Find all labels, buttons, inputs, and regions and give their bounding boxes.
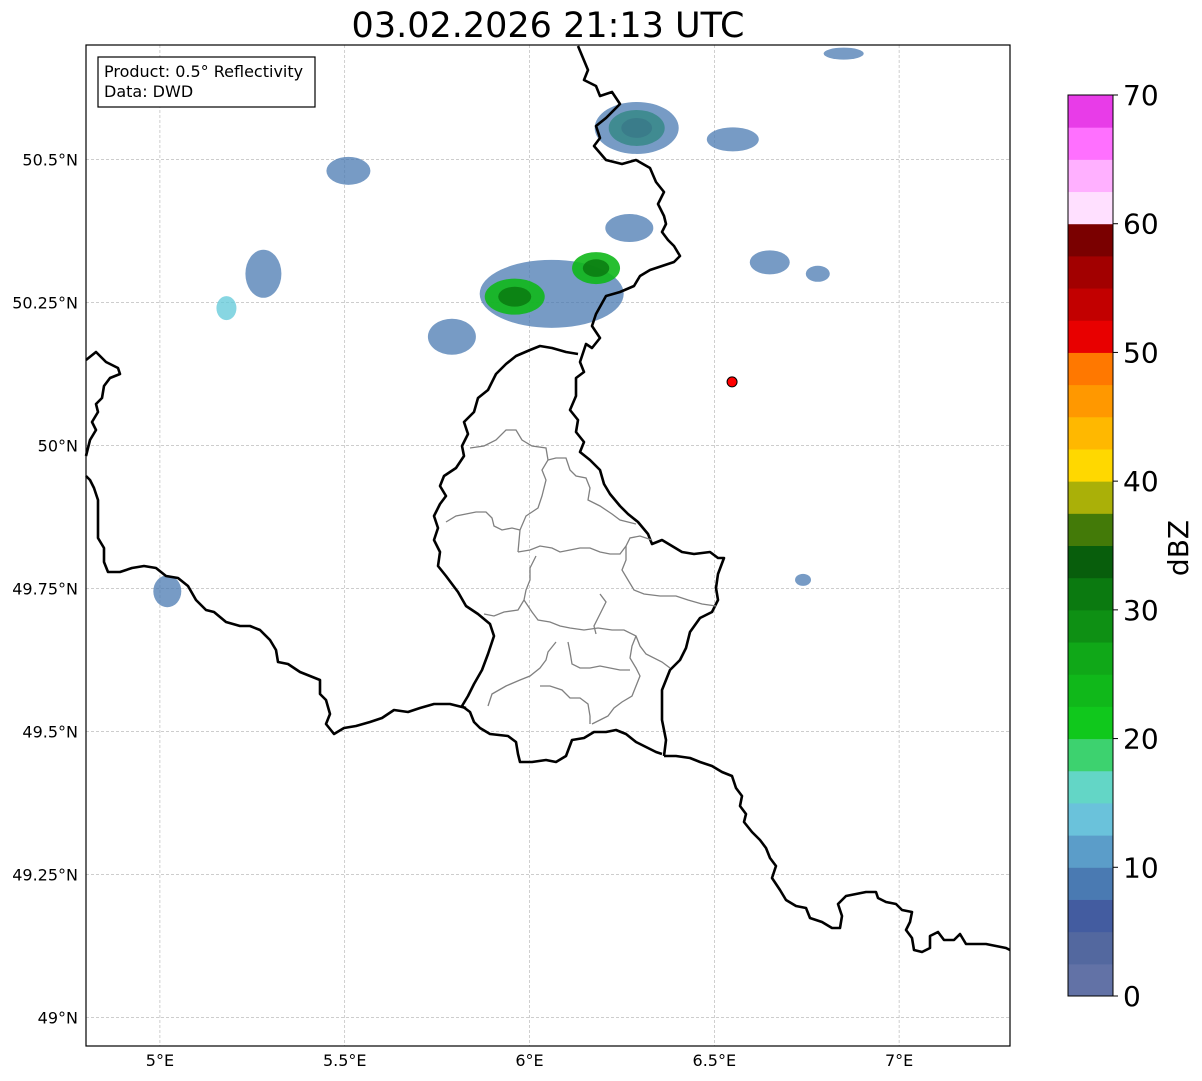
country-borders [84, 45, 1011, 954]
lon-tick-label: 6°E [515, 1051, 543, 1070]
radar-echo [749, 250, 790, 275]
colorbar-bin [1068, 352, 1113, 386]
radar-echo [706, 127, 759, 152]
lat-tick-label: 50°N [38, 436, 78, 455]
district-boundaries [445, 429, 717, 725]
graticule-gridlines [86, 45, 1010, 1046]
colorbar-bin [1068, 255, 1113, 289]
lon-tick-label: 5.5°E [323, 1051, 367, 1070]
colorbar-bin [1068, 159, 1113, 193]
radar-echo [795, 573, 812, 586]
info-data-source: Data: DWD [104, 82, 193, 101]
colorbar-bin [1068, 416, 1113, 450]
colorbar-bin [1068, 481, 1113, 514]
colorbar-bin [1068, 835, 1113, 868]
radar-echo [245, 249, 282, 298]
colorbar-bin [1068, 770, 1113, 804]
border-belgium-france-northwest [84, 350, 122, 457]
radar-echo-core [498, 286, 532, 307]
info-product: Product: 0.5° Reflectivity [104, 62, 303, 81]
colorbar-bin [1068, 931, 1113, 965]
colorbar-bin [1068, 674, 1113, 707]
colorbar-bin [1068, 448, 1113, 482]
colorbar-tick-label: 30 [1123, 594, 1159, 627]
lat-tick-label: 49.25°N [12, 865, 78, 884]
colorbar-bin [1068, 191, 1113, 225]
border-france-germany [664, 754, 1011, 954]
radar-echo [823, 47, 864, 60]
lon-tick-label: 7°E [885, 1051, 913, 1070]
colorbar-tick-label: 40 [1123, 465, 1159, 498]
radar-site-marker[interactable] [726, 376, 738, 388]
colorbar-bin [1068, 127, 1113, 160]
colorbar-label: dBZ [1162, 520, 1195, 576]
lon-tick-label: 6.5°E [693, 1051, 737, 1070]
colorbar-bin [1068, 320, 1113, 353]
radar-echo [427, 318, 476, 355]
colorbar-bin [1068, 577, 1113, 611]
lat-tick-label: 50.25°N [12, 293, 78, 312]
lat-tick-label: 49.75°N [12, 579, 78, 598]
radar-echo [594, 101, 679, 154]
radar-echo [605, 214, 654, 243]
radar-map: 49°N 49.25°N 49.5°N 49.75°N 50°N 50.25°N 50.5°… [12, 44, 1195, 1070]
colorbar-tick-label: 10 [1123, 851, 1159, 884]
colorbar-tick-label: 70 [1123, 79, 1159, 112]
colorbar [1067, 94, 1114, 997]
colorbar-tick-label: 50 [1123, 336, 1159, 369]
longitude-tick-labels: 5°E 5.5°E 6°E 6.5°E 7°E [146, 1051, 913, 1070]
colorbar-bin [1068, 384, 1113, 418]
lat-tick-label: 49.5°N [22, 722, 78, 741]
colorbar-tick-label: 20 [1123, 723, 1159, 756]
colorbar-bin [1068, 738, 1113, 772]
lat-tick-label: 50.5°N [22, 150, 78, 169]
colorbar-bin [1068, 288, 1113, 321]
colorbar-bin [1068, 609, 1113, 643]
radar-echo [326, 156, 371, 185]
colorbar-bin [1068, 802, 1113, 836]
lon-tick-label: 5°E [146, 1051, 174, 1070]
colorbar-bin [1068, 223, 1113, 257]
latitude-tick-labels: 49°N 49.25°N 49.5°N 49.75°N 50°N 50.25°N 50.5°… [12, 150, 78, 1027]
radar-echo [153, 575, 182, 608]
colorbar-bin [1068, 706, 1113, 740]
radar-echo [216, 296, 237, 321]
radar-echo [805, 265, 830, 282]
border-belgium-luxembourg-west [432, 344, 663, 764]
border-france-belgium [85, 475, 467, 736]
colorbar-bin [1068, 545, 1113, 579]
colorbar-bin [1068, 95, 1113, 128]
radar-echo-core [582, 259, 610, 277]
colorbar-bin [1068, 867, 1113, 900]
colorbar-bin [1068, 899, 1113, 933]
info-box: Product: 0.5° Reflectivity Data: DWD [97, 56, 316, 108]
colorbar-bin [1068, 513, 1113, 546]
colorbar-tick-labels: 0 10 20 30 40 50 60 70 [1113, 79, 1159, 1013]
colorbar-bin [1068, 642, 1113, 675]
colorbar-tick-label: 0 [1123, 980, 1141, 1013]
colorbar-tick-label: 60 [1123, 208, 1159, 241]
radar-echo-layer [153, 47, 864, 608]
lat-tick-label: 49°N [38, 1008, 78, 1027]
colorbar-bin [1068, 963, 1113, 997]
map-frame [85, 44, 1011, 1047]
